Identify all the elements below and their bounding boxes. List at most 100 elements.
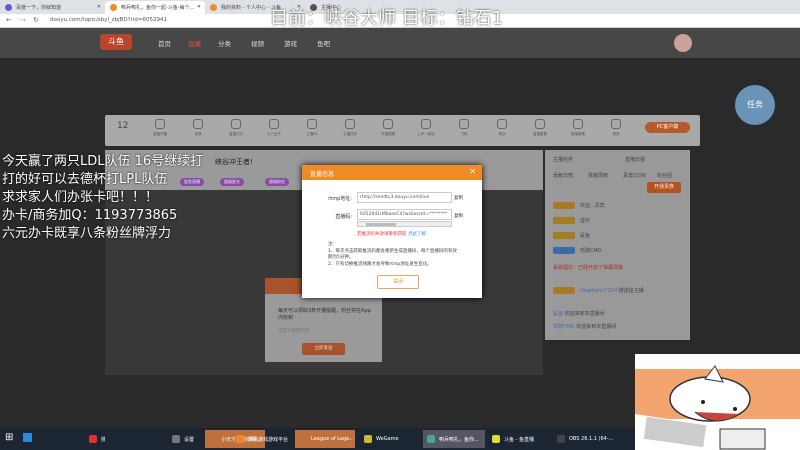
vip-user: 驾驶CMG (580, 248, 602, 254)
vip-user: 鲨鱼 (580, 233, 591, 239)
send-now-button[interactable]: 立即发送 (302, 343, 345, 355)
nav-home[interactable]: 首页 (158, 38, 171, 48)
nav-yuba[interactable]: 鱼吧 (317, 38, 330, 48)
taskbar-item[interactable]: 斗鱼 - 鱼直播 (488, 430, 548, 448)
taskbar-label: League of Lege... (311, 436, 355, 442)
douyu-logo[interactable]: 斗鱼 (100, 34, 132, 50)
douyu-icon (210, 4, 217, 11)
nav-game[interactable]: 游戏 (284, 38, 297, 48)
room-title: 峡谷冲王者! (215, 158, 253, 166)
taskbar-item[interactable]: 搜索 (85, 430, 105, 448)
tool-label: 火力全开 (267, 132, 281, 136)
baidu-icon (5, 4, 12, 11)
user-avatar[interactable] (674, 34, 692, 52)
taskbar-label: 网易游戏游戏平台 (248, 437, 289, 443)
vip-user: 虚中 (580, 218, 591, 224)
close-tab-icon[interactable]: ✕ (97, 4, 101, 10)
taskbar-item[interactable]: 鸭兵鸭扎，鱼你... (423, 430, 485, 448)
rtmp-address-field[interactable]: rtmp://sendtc3.douyu.com/live (357, 192, 452, 203)
toolbar-item[interactable]: 主播PK (297, 119, 327, 137)
task-view-icon[interactable] (23, 433, 32, 442)
taskbar-label: OBS 26.1.1 (64-... (569, 436, 613, 442)
chat-text: 赠送给主播 (618, 288, 644, 294)
toolbar-item[interactable]: 直播管理 (563, 119, 593, 137)
daily-report-link[interactable]: 直播日报 (625, 156, 645, 163)
overlay-line: 求求家人们办张卡吧！！！ (2, 190, 159, 205)
app-icon (364, 435, 372, 443)
task-badge[interactable]: 任务 (735, 85, 775, 125)
chat-user[interactable]: 驾驶CMG (553, 324, 575, 330)
streamer-task-link[interactable]: 主播任务 (553, 156, 573, 163)
close-button[interactable]: 关闭 (377, 275, 419, 289)
overlay-line: 六元办卡既享八条粉丝牌浮力 (2, 226, 172, 241)
pill[interactable]: 超级星光 (220, 178, 244, 186)
taskbar-label: 搜索 (101, 437, 105, 443)
stream-key-field[interactable]: 6052941rMbaezC4?wsSecret=******** (357, 209, 452, 220)
learn-more-link[interactable]: 点此了解 (408, 232, 426, 237)
toolbar-item[interactable]: 直播开播 (145, 119, 175, 137)
horizontal-scrollbar[interactable] (357, 221, 452, 227)
nav-live[interactable]: 直播 (188, 38, 201, 48)
stream-goal-overlay: 目前：峡谷大师 目标：钻石1 (270, 8, 504, 29)
overlay-line: 今天赢了两只LDL队伍 16号继续打 (2, 154, 204, 169)
tool-icon (459, 119, 469, 129)
toolbar-item[interactable]: 火力全开 (259, 119, 289, 137)
copy-key-button[interactable]: 复制 (454, 213, 463, 219)
toolbar-item[interactable]: 开播提醒 (373, 119, 403, 137)
tool-icon (383, 119, 393, 129)
tab-weekly[interactable]: 贡献周榜 (588, 172, 608, 179)
chat-user[interactable]: Heathenn7314 (580, 288, 617, 294)
overlay-line: 打的好可以去德杯打LPL队伍 (2, 172, 168, 187)
toolbar-item[interactable]: 更多 (601, 119, 631, 137)
copy-rtmp-button[interactable]: 复制 (454, 195, 463, 201)
taskbar-item[interactable]: WeGame (360, 430, 420, 448)
tab-daily[interactable]: 贡献日榜 (553, 172, 573, 179)
cat-illustration (635, 365, 800, 450)
taskbar-item[interactable]: League of Lege... (295, 430, 355, 448)
taskbar-item[interactable]: 设置 (168, 430, 228, 448)
douyu-icon (110, 4, 117, 11)
tool-icon (231, 119, 241, 129)
toolbar-item[interactable]: 上车一起玩 (411, 119, 441, 137)
taskbar-item[interactable]: 网易游戏游戏平台 (232, 430, 294, 448)
nav-video[interactable]: 视频 (251, 38, 264, 48)
tab-vip[interactable]: 贵宾(109) (623, 172, 646, 179)
toolbar-item[interactable]: 直播日历 (221, 119, 251, 137)
tab-baidu[interactable]: 百度一下，你就知道 ✕ (0, 1, 105, 14)
taskbar-label: 鸭兵鸭扎，鱼你... (439, 437, 479, 443)
reload-icon[interactable]: ↻ (33, 16, 39, 24)
tool-icon (269, 119, 279, 129)
windows-start-icon[interactable]: ⊞ (5, 433, 15, 443)
close-icon[interactable]: ✕ (469, 167, 476, 176)
tool-icon (307, 119, 317, 129)
system-message: 系统提示：已经开启了弹幕屏蔽 (553, 265, 624, 271)
tab-fans[interactable]: 粉丝团 (657, 172, 672, 179)
tool-label: 飞机 (460, 132, 468, 136)
back-icon[interactable]: ← (6, 16, 12, 24)
pill[interactable]: 超级粉丝 (265, 178, 289, 186)
cat-mascot-image (635, 354, 800, 450)
pc-client-button[interactable]: PC客户端 (645, 122, 690, 133)
toolbar-item[interactable]: 音浪 (183, 119, 213, 137)
tab-douyu-room[interactable]: 鸭兵鸭扎，鱼你一起-斗鱼-每个... ✕ (105, 1, 205, 14)
dialog-subtext[interactable]: 自定义提醒内容 (278, 328, 310, 334)
level-number: 12 (117, 121, 129, 131)
close-tab-icon[interactable]: ✕ (197, 4, 201, 10)
forward-icon[interactable]: → (20, 16, 26, 24)
toolbar-item[interactable]: 直播数据 (525, 119, 555, 137)
taskbar-item[interactable]: OBS 26.1.1 (64-... (553, 430, 613, 448)
vip-user: 欢迎...贵宾 (580, 203, 605, 209)
tool-label: 主播任务 (343, 132, 357, 136)
toolbar-item[interactable]: 主播任务 (335, 119, 365, 137)
url-input[interactable]: douyu.com/topic/sbyl_zbjBD?rid=6052941 (50, 17, 167, 23)
nav-category[interactable]: 分类 (218, 38, 231, 48)
tool-label: 开播提醒 (381, 132, 395, 136)
tool-label: 直播管理 (571, 132, 585, 136)
app-icon (236, 435, 244, 443)
toolbar-item[interactable]: 粉丝 (487, 119, 517, 137)
toolbar-item[interactable]: 飞机 (449, 119, 479, 137)
open-noble-button[interactable]: 开通贵族 (647, 182, 681, 193)
warning-text: 若推流码失效请重新获取 (357, 232, 407, 237)
tool-label: 上车一起玩 (417, 132, 435, 136)
chat-user[interactable]: 鲨鱼 (553, 311, 563, 317)
